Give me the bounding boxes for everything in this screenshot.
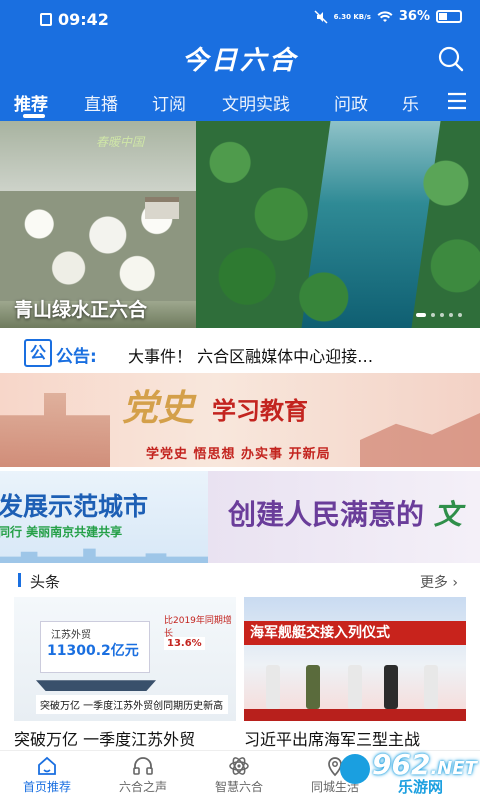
news-headline-navy[interactable]: 习近平出席海军三型主战 xyxy=(244,726,466,750)
satisfaction-banner[interactable]: 创建人民满意的 文 xyxy=(208,471,480,563)
tv-watermark: 春暖中国 xyxy=(96,135,145,149)
announcement-icon: 公 xyxy=(24,339,52,367)
nav-voice-label: 六合之声 xyxy=(118,780,167,794)
atom-icon xyxy=(229,757,249,775)
person-figure xyxy=(384,665,398,709)
news-card-trade[interactable]: 江苏外贸 11300.2亿元 比2019年同期增长 13.6% 突破万亿 一季度… xyxy=(14,597,236,721)
battery-percent: 36% xyxy=(398,9,430,24)
tab-civilization[interactable]: 文明实践 xyxy=(222,90,290,115)
person-figure xyxy=(348,665,362,709)
banner-subtitle: 学党史 悟思想 办实事 开新局 xyxy=(146,447,331,462)
tab-fun[interactable]: 乐 xyxy=(402,90,419,115)
more-link[interactable]: 更多 › xyxy=(420,572,458,592)
mute-icon xyxy=(314,9,328,24)
forest xyxy=(196,121,480,328)
carousel-dot[interactable] xyxy=(440,313,444,317)
trade-growth-label: 比2019年同期增长 xyxy=(164,616,232,639)
satisfaction-title-b: 文 xyxy=(433,498,462,531)
boat-illustration xyxy=(360,413,480,467)
status-bar: 09:42 6.30 KB/s 36% xyxy=(0,0,480,38)
site-watermark: 962.NET 乐游网 xyxy=(334,748,477,796)
ceremony-banner: 海军舰艇交接入列仪式 xyxy=(244,621,466,645)
battery-icon xyxy=(436,10,462,23)
watermark-logo xyxy=(340,754,370,784)
tab-recommend[interactable]: 推荐 xyxy=(14,90,48,115)
trade-growth-value: 13.6% xyxy=(164,637,205,650)
net-speed: 6.30 KB/s xyxy=(333,12,371,21)
banner-title-calligraphy: 党史 xyxy=(122,387,195,429)
sim-icon xyxy=(40,13,52,26)
demo-city-title: 发展示范城市 xyxy=(0,492,149,521)
tab-subscribe[interactable]: 订阅 xyxy=(152,90,186,115)
app-header: 09:42 6.30 KB/s 36% 今日六合 推荐 直播 订阅 文明实践 问… xyxy=(0,0,480,121)
nav-voice[interactable]: 六合之声 xyxy=(98,755,188,795)
hero-caption: 青山绿水正六合 xyxy=(14,299,148,321)
carousel-dot[interactable] xyxy=(416,313,426,317)
home-icon xyxy=(38,756,56,775)
carousel-dots xyxy=(416,313,462,317)
red-carpet xyxy=(244,709,466,721)
active-tab-indicator xyxy=(23,114,45,118)
announcement-text[interactable]: 大事件！ 六合区融媒体中心迎接… xyxy=(128,343,458,367)
cargo-ship xyxy=(36,680,156,691)
app-title: 今日六合 xyxy=(181,46,298,76)
wifi-icon xyxy=(377,10,393,22)
headphones-icon xyxy=(133,757,153,775)
menu-icon[interactable] xyxy=(444,88,470,114)
announcement-label: 公告: xyxy=(56,347,97,367)
nav-smart-label: 智慧六合 xyxy=(214,780,263,794)
banner-title: 学习教育 xyxy=(212,397,308,425)
status-time: 09:42 xyxy=(58,10,109,29)
nav-home-label: 首页推荐 xyxy=(22,780,71,794)
city-banner-carousel[interactable]: 发展示范城市 同行 美丽南京共建共享 创建人民满意的 文 xyxy=(0,471,480,563)
demo-city-subtitle: 同行 美丽南京共建共享 xyxy=(0,525,123,539)
section-title: 头条 xyxy=(30,573,61,591)
hero-carousel[interactable]: 春暖中国 青山绿水正六合 xyxy=(0,121,480,328)
hero-image-river xyxy=(196,121,480,328)
satisfaction-title-a: 创建人民满意的 xyxy=(228,498,425,531)
nav-smart[interactable]: 智慧六合 xyxy=(194,755,284,795)
status-indicators: 6.30 KB/s 36% xyxy=(314,9,462,24)
trade-image-caption: 突破万亿 一季度江苏外贸创同期历史新高 xyxy=(36,695,228,714)
person-figure xyxy=(424,665,438,709)
trade-panel-title: 江苏外贸 xyxy=(51,630,91,641)
announcement-bar[interactable]: 公 公告: 大事件！ 六合区融媒体中心迎接… xyxy=(0,331,480,375)
search-icon[interactable] xyxy=(436,44,466,74)
person-figure xyxy=(306,665,320,709)
section-accent-bar xyxy=(18,573,21,587)
nav-home[interactable]: 首页推荐 xyxy=(2,755,92,795)
person-figure xyxy=(266,665,280,709)
channel-tabs: 推荐 直播 订阅 文明实践 问政 乐 xyxy=(0,84,432,120)
demo-city-banner[interactable]: 发展示范城市 同行 美丽南京共建共享 xyxy=(0,471,208,563)
news-headline-trade[interactable]: 突破万亿 一季度江苏外贸 xyxy=(14,726,236,750)
carousel-dot[interactable] xyxy=(449,313,453,317)
headlines-section-header: 头条 更多 › xyxy=(0,568,480,592)
tab-live[interactable]: 直播 xyxy=(84,90,118,115)
carousel-dot[interactable] xyxy=(458,313,462,317)
building-illustration xyxy=(0,393,110,467)
carousel-dot[interactable] xyxy=(431,313,435,317)
news-card-navy[interactable]: 海军舰艇交接入列仪式 xyxy=(244,597,466,721)
trade-panel-value: 11300.2亿元 xyxy=(47,643,139,659)
skyline-illustration xyxy=(0,548,208,563)
watermark-text: 乐游网 xyxy=(398,778,444,796)
tab-politics[interactable]: 问政 xyxy=(334,90,368,115)
pavilion xyxy=(145,197,179,219)
satisfaction-title: 创建人民满意的 文 xyxy=(228,493,462,533)
trade-stat-panel: 江苏外贸 11300.2亿元 xyxy=(40,621,150,673)
party-history-banner[interactable]: 党史 学习教育 学党史 悟思想 办实事 开新局 xyxy=(0,373,480,467)
